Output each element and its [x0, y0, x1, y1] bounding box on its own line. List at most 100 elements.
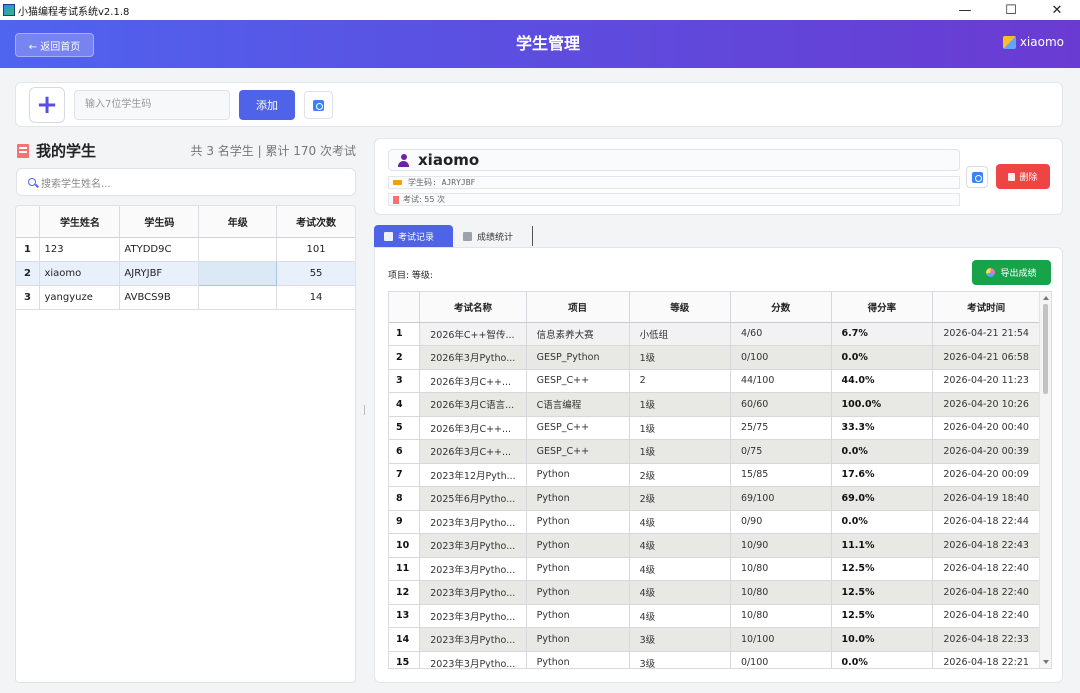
- exam-name[interactable]: 2023年3月Pytho...: [419, 533, 527, 558]
- table-row[interactable]: 3 yangyuze AVBCS9B 14: [16, 285, 355, 310]
- table-row[interactable]: 12 2023年3月Pytho... Python 4级 10/80 12.5%…: [389, 580, 1040, 605]
- exam-name[interactable]: 2023年3月Pytho...: [419, 580, 527, 605]
- exam-score[interactable]: 0/90: [730, 510, 832, 534]
- student-search-input[interactable]: 搜索学生姓名...: [16, 168, 356, 196]
- back-home-button[interactable]: ← 返回首页: [15, 33, 94, 57]
- exam-score[interactable]: 60/60: [730, 392, 832, 417]
- column-header-grade[interactable]: 年级: [198, 206, 278, 238]
- exam-rate[interactable]: 11.1%: [831, 533, 934, 558]
- exam-project[interactable]: Python: [526, 627, 630, 652]
- table-row[interactable]: 10 2023年3月Pytho... Python 4级 10/90 11.1%…: [389, 533, 1040, 558]
- exam-rate[interactable]: 44.0%: [831, 369, 934, 393]
- exam-score[interactable]: 10/80: [730, 604, 832, 628]
- minimize-button[interactable]: —: [942, 0, 988, 20]
- exam-level[interactable]: 1级: [629, 392, 731, 417]
- exam-score[interactable]: 0/100: [730, 651, 832, 668]
- exam-time[interactable]: 2026-04-20 00:09: [932, 463, 1040, 487]
- table-row[interactable]: 13 2023年3月Pytho... Python 4级 10/80 12.5%…: [389, 604, 1040, 628]
- exam-project[interactable]: 信息素养大赛: [526, 322, 630, 346]
- exam-rate[interactable]: 12.5%: [831, 557, 934, 581]
- exam-time[interactable]: 2026-04-18 22:21: [932, 651, 1040, 668]
- student-name-field[interactable]: xiaomo: [388, 149, 960, 171]
- table-row[interactable]: 15 2023年3月Pytho... Python 3级 0/100 0.0% …: [389, 651, 1040, 668]
- table-row-selected[interactable]: 2 xiaomo AJRYJBF 55: [16, 260, 355, 286]
- exam-time[interactable]: 2026-04-21 06:58: [932, 345, 1040, 370]
- exam-rate[interactable]: 17.6%: [831, 463, 934, 487]
- exam-project[interactable]: Python: [526, 557, 630, 581]
- exam-level[interactable]: 4级: [629, 557, 731, 581]
- table-row[interactable]: 7 2023年12月Pyth... Python 2级 15/85 17.6% …: [389, 463, 1040, 487]
- column-header-code[interactable]: 学生码: [119, 206, 200, 238]
- exam-project[interactable]: Python: [526, 533, 630, 558]
- exam-name[interactable]: 2023年3月Pytho...: [419, 651, 527, 668]
- exam-score[interactable]: 0/75: [730, 439, 832, 464]
- exam-name[interactable]: 2023年3月Pytho...: [419, 604, 527, 628]
- table-row[interactable]: 1 123 ATYDD9C 101: [16, 237, 355, 262]
- records-scrollbar[interactable]: [1039, 292, 1051, 668]
- maximize-button[interactable]: ☐: [988, 0, 1034, 20]
- exam-level[interactable]: 1级: [629, 345, 731, 370]
- exam-rate[interactable]: 33.3%: [831, 416, 934, 440]
- close-button[interactable]: ✕: [1034, 0, 1080, 20]
- table-row[interactable]: 4 2026年3月C语言... C语言编程 1级 60/60 100.0% 20…: [389, 392, 1040, 417]
- column-header-score[interactable]: 分数: [730, 292, 832, 323]
- exam-time[interactable]: 2026-04-21 21:54: [932, 322, 1040, 346]
- exam-score[interactable]: 10/80: [730, 557, 832, 581]
- exam-level[interactable]: 1级: [629, 416, 731, 440]
- refresh-button[interactable]: [304, 91, 333, 119]
- exam-rate[interactable]: 10.0%: [831, 627, 934, 652]
- scroll-up-icon[interactable]: [1043, 296, 1049, 300]
- exam-project[interactable]: Python: [526, 486, 630, 511]
- table-row[interactable]: 6 2026年3月C++... GESP_C++ 1级 0/75 0.0% 20…: [389, 439, 1040, 464]
- exam-rate[interactable]: 100.0%: [831, 392, 934, 417]
- panel-splitter[interactable]: [364, 405, 365, 415]
- exam-project[interactable]: Python: [526, 651, 630, 668]
- exam-level[interactable]: 4级: [629, 533, 731, 558]
- exam-project[interactable]: GESP_C++: [526, 439, 630, 464]
- exam-project[interactable]: GESP_Python: [526, 345, 630, 370]
- exam-name[interactable]: 2023年3月Pytho...: [419, 510, 527, 534]
- exam-rate[interactable]: 0.0%: [831, 510, 934, 534]
- exam-time[interactable]: 2026-04-18 22:43: [932, 533, 1040, 558]
- student-grade[interactable]: [198, 237, 278, 262]
- exam-rate[interactable]: 0.0%: [831, 439, 934, 464]
- scroll-thumb[interactable]: [1043, 304, 1048, 394]
- exam-level[interactable]: 4级: [629, 510, 731, 534]
- student-grade[interactable]: [198, 260, 278, 286]
- student-name[interactable]: yangyuze: [39, 285, 121, 310]
- exam-project[interactable]: Python: [526, 463, 630, 487]
- student-name[interactable]: 123: [39, 237, 121, 262]
- exam-project[interactable]: Python: [526, 510, 630, 534]
- table-row[interactable]: 3 2026年3月C++... GESP_C++ 2 44/100 44.0% …: [389, 369, 1040, 393]
- column-header-exam-count[interactable]: 考试次数: [276, 206, 355, 238]
- exam-time[interactable]: 2026-04-20 00:40: [932, 416, 1040, 440]
- student-code-field[interactable]: 学生码: AJRYJBF: [388, 176, 960, 189]
- table-row[interactable]: 5 2026年3月C++... GESP_C++ 1级 25/75 33.3% …: [389, 416, 1040, 440]
- delete-student-button[interactable]: 删除: [996, 164, 1050, 189]
- student-exam-count[interactable]: 101: [276, 237, 355, 262]
- exam-name[interactable]: 2023年12月Pyth...: [419, 463, 527, 487]
- student-code-input[interactable]: 输入7位学生码: [74, 90, 230, 120]
- tab-exam-records[interactable]: 考试记录: [374, 225, 453, 247]
- exam-level[interactable]: 4级: [629, 580, 731, 605]
- table-row[interactable]: 8 2025年6月Pytho... Python 2级 69/100 69.0%…: [389, 486, 1040, 511]
- exam-score[interactable]: 10/90: [730, 533, 832, 558]
- table-row[interactable]: 11 2023年3月Pytho... Python 4级 10/80 12.5%…: [389, 557, 1040, 581]
- table-row[interactable]: 1 2026年C++智传... 信息素养大赛 小低组 4/60 6.7% 202…: [389, 322, 1040, 346]
- exam-time[interactable]: 2026-04-20 11:23: [932, 369, 1040, 393]
- exam-name[interactable]: 2026年3月Pytho...: [419, 345, 527, 370]
- exam-project[interactable]: Python: [526, 580, 630, 605]
- column-header-level[interactable]: 等级: [629, 292, 731, 323]
- exam-level[interactable]: 2: [629, 369, 731, 393]
- exam-score[interactable]: 69/100: [730, 486, 832, 511]
- exam-name[interactable]: 2023年3月Pytho...: [419, 627, 527, 652]
- column-header-name[interactable]: 学生姓名: [39, 206, 121, 238]
- exam-time[interactable]: 2026-04-18 22:40: [932, 580, 1040, 605]
- student-code[interactable]: ATYDD9C: [119, 237, 200, 262]
- exam-rate[interactable]: 69.0%: [831, 486, 934, 511]
- exam-level[interactable]: 小低组: [629, 322, 731, 346]
- student-code[interactable]: AJRYJBF: [119, 261, 200, 286]
- table-row[interactable]: 2 2026年3月Pytho... GESP_Python 1级 0/100 0…: [389, 345, 1040, 370]
- exam-rate[interactable]: 0.0%: [831, 345, 934, 370]
- current-user[interactable]: xiaomo: [1002, 35, 1064, 49]
